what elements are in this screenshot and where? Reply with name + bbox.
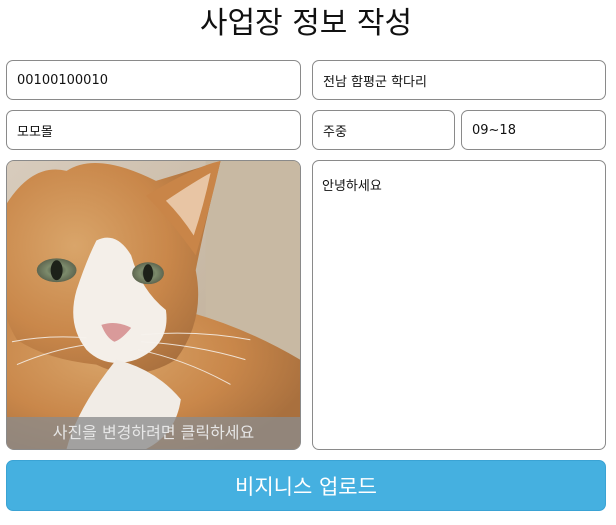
cat-photo: [7, 161, 300, 449]
upload-business-button[interactable]: 비지니스 업로드: [6, 460, 606, 511]
description-textarea[interactable]: 안녕하세요: [312, 160, 606, 450]
change-photo-caption: 사진을 변경하려면 클릭하세요: [7, 417, 300, 449]
page-title: 사업장 정보 작성: [199, 6, 413, 41]
business-days-field[interactable]: [312, 110, 455, 150]
business-hours-field[interactable]: [461, 110, 606, 150]
business-name-field[interactable]: [6, 110, 301, 150]
address-field[interactable]: [312, 60, 606, 100]
registration-number-field[interactable]: [6, 60, 301, 100]
photo-upload[interactable]: 사진을 변경하려면 클릭하세요: [6, 160, 301, 450]
